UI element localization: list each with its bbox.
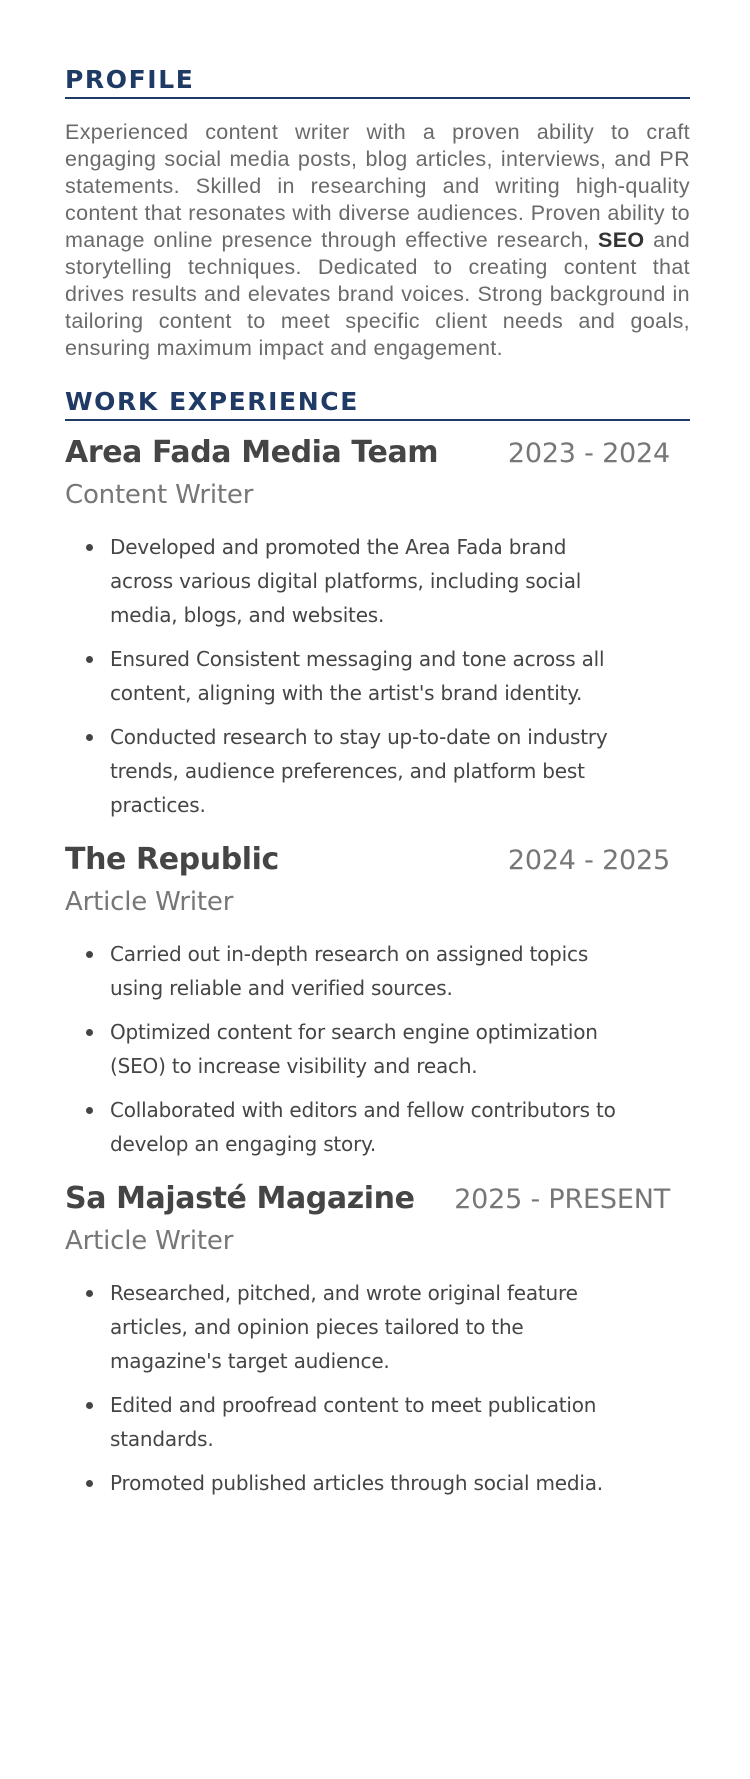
- job-header: Area Fada Media Team 2023 - 2024: [65, 435, 670, 470]
- job-bullet-text: Conducted research to stay up-to-date on…: [110, 725, 608, 817]
- job-bullet: Carried out in-depth research on assigne…: [65, 937, 625, 1005]
- job-bullet: Collaborated with editors and fellow con…: [65, 1093, 625, 1161]
- job-bullet-text: Developed and promoted the Area Fada bra…: [110, 535, 582, 627]
- profile-text-before: Experienced content writer with a proven…: [65, 120, 690, 252]
- profile-heading: PROFILE: [65, 66, 690, 99]
- job-header: Sa Majasté Magazine 2025 - PRESENT: [65, 1181, 670, 1216]
- job-bullet-list: Researched, pitched, and wrote original …: [65, 1276, 625, 1500]
- job-bullet-text: Researched, pitched, and wrote original …: [110, 1281, 578, 1373]
- bullet-dot-icon: [86, 544, 93, 551]
- job-dates: 2023 - 2024: [507, 438, 670, 469]
- job-bullet: Promoted published articles through soci…: [65, 1466, 625, 1500]
- job-bullet: Researched, pitched, and wrote original …: [65, 1276, 625, 1378]
- job-bullet-text: Carried out in-depth research on assigne…: [110, 942, 589, 1000]
- job-bullet-text: Collaborated with editors and fellow con…: [110, 1098, 616, 1156]
- bullet-dot-icon: [86, 1029, 93, 1036]
- job-bullet-text: Promoted published articles through soci…: [110, 1471, 603, 1495]
- job-company: Sa Majasté Magazine: [65, 1181, 415, 1216]
- job-company: The Republic: [65, 842, 279, 877]
- job-bullet-text: Ensured Consistent messaging and tone ac…: [110, 647, 605, 705]
- bullet-dot-icon: [86, 1480, 93, 1487]
- bullet-dot-icon: [86, 1290, 93, 1297]
- resume-page: PROFILE Experienced content writer with …: [65, 0, 690, 1510]
- job-bullet: Conducted research to stay up-to-date on…: [65, 720, 625, 822]
- bullet-dot-icon: [86, 951, 93, 958]
- job-role: Content Writer: [65, 480, 254, 510]
- profile-highlight-seo: SEO: [598, 228, 645, 252]
- bullet-dot-icon: [86, 734, 93, 741]
- bullet-dot-icon: [86, 656, 93, 663]
- job-header: The Republic 2024 - 2025: [65, 842, 670, 877]
- job-bullet: Optimized content for search engine opti…: [65, 1015, 625, 1083]
- job-bullet-text: Edited and proofread content to meet pub…: [110, 1393, 597, 1451]
- job-role: Article Writer: [65, 1226, 234, 1256]
- profile-summary: Experienced content writer with a proven…: [65, 119, 690, 362]
- job-entry: Sa Majasté Magazine 2025 - PRESENT Artic…: [65, 1181, 690, 1500]
- job-bullet-list: Developed and promoted the Area Fada bra…: [65, 530, 625, 822]
- job-entry: Area Fada Media Team 2023 - 2024 Content…: [65, 435, 690, 822]
- job-bullet-text: Optimized content for search engine opti…: [110, 1020, 598, 1078]
- job-bullet-list: Carried out in-depth research on assigne…: [65, 937, 625, 1161]
- work-experience-heading: WORK EXPERIENCE: [65, 388, 690, 421]
- job-bullet: Ensured Consistent messaging and tone ac…: [65, 642, 625, 710]
- bullet-dot-icon: [86, 1402, 93, 1409]
- job-bullet: Edited and proofread content to meet pub…: [65, 1388, 625, 1456]
- job-role: Article Writer: [65, 887, 234, 917]
- job-company: Area Fada Media Team: [65, 435, 439, 470]
- job-dates: 2025 - PRESENT: [454, 1184, 670, 1215]
- job-dates: 2024 - 2025: [507, 845, 670, 876]
- bullet-dot-icon: [86, 1107, 93, 1114]
- job-entry: The Republic 2024 - 2025 Article Writer …: [65, 842, 690, 1161]
- job-bullet: Developed and promoted the Area Fada bra…: [65, 530, 625, 632]
